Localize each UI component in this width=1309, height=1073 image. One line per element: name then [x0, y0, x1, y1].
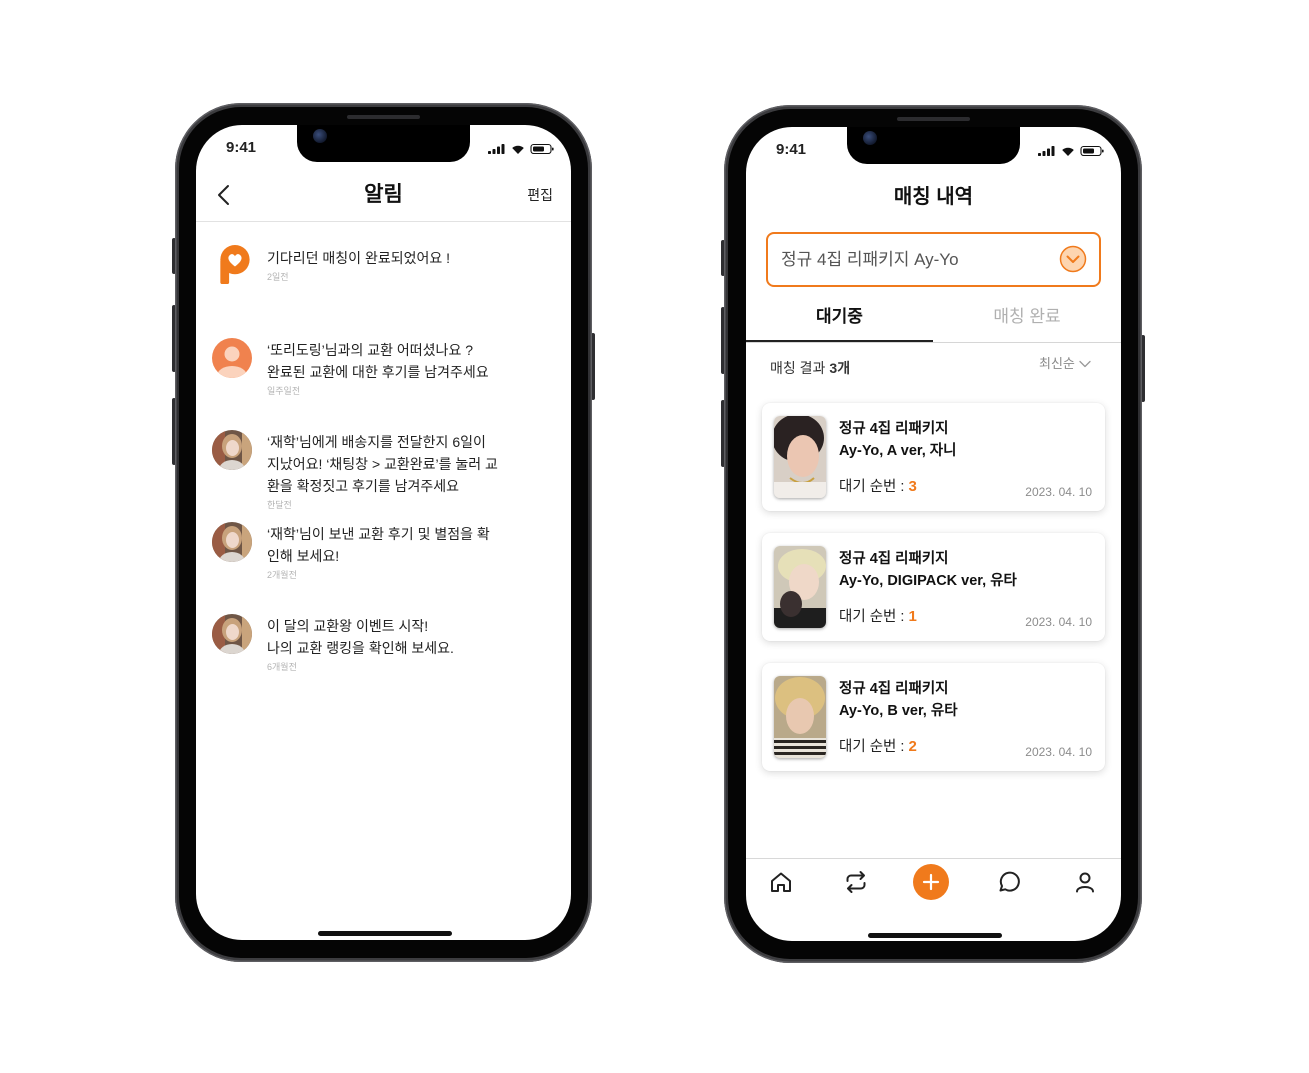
- exchange-icon[interactable]: [843, 869, 869, 895]
- photocard-thumbnail: [774, 416, 826, 498]
- notification-message: 이 달의 교환왕 이벤트 시작!: [267, 618, 429, 634]
- notification-item[interactable]: 이 달의 교환왕 이벤트 시작! 나의 교환 랭킹을 확인해 보세요. 6개월전: [196, 614, 571, 672]
- status-time: 9:41: [226, 139, 257, 156]
- tab-waiting[interactable]: 대기중: [746, 303, 933, 331]
- notification-message: 인해 보세요!: [267, 548, 340, 564]
- card-date: 2023. 04. 10: [1025, 485, 1092, 499]
- match-card[interactable]: 정규 4집 리패키지 Ay-Yo, A ver, 자니 대기 순번 :3 202…: [762, 403, 1105, 511]
- notification-item[interactable]: ‘재학’님이 보낸 교환 후기 및 별점을 확 인해 보세요! 2개월전: [196, 522, 571, 580]
- front-camera: [313, 129, 327, 143]
- result-count: 3개: [829, 360, 851, 376]
- photocard-thumbnail: [774, 676, 826, 758]
- edit-button[interactable]: 편집: [527, 185, 553, 205]
- home-indicator[interactable]: [318, 931, 452, 936]
- chevron-down-icon: [1079, 360, 1091, 367]
- notification-time: 6개월전: [267, 662, 297, 672]
- user-photo-avatar: [212, 614, 252, 654]
- match-card[interactable]: 정규 4집 리패키지 Ay-Yo, B ver, 유타 대기 순번 :2 202…: [762, 663, 1105, 771]
- default-avatar-icon: [212, 338, 252, 378]
- notification-message: 기다리던 매칭이 완료되었어요 !: [267, 250, 450, 266]
- front-camera: [863, 131, 877, 145]
- status-indicators-icon: [488, 143, 554, 155]
- phone-notifications: 9:41 알림 편집 기다리던 매칭이 완료되었어요 ! 2일전 ‘또리도링’님…: [172, 103, 595, 962]
- notification-message: 환을 확정짓고 후기를 남겨주세요: [267, 478, 459, 494]
- card-version-member: Ay-Yo, DIGIPACK ver, 유타: [839, 573, 1017, 589]
- result-summary: 매칭 결과 3개: [770, 358, 850, 378]
- profile-icon[interactable]: [1072, 869, 1098, 895]
- queue-label: 대기 순번 :: [839, 609, 905, 625]
- notch: [847, 127, 1020, 164]
- notification-message: ‘재학’님이 보낸 교환 후기 및 별점을 확: [267, 526, 490, 542]
- home-icon[interactable]: [768, 869, 794, 895]
- match-card[interactable]: 정규 4집 리패키지 Ay-Yo, DIGIPACK ver, 유타 대기 순번…: [762, 533, 1105, 641]
- earpiece-speaker: [347, 115, 420, 119]
- card-album-title: 정규 4집 리패키지: [839, 681, 949, 697]
- chat-icon[interactable]: [996, 869, 1022, 895]
- page-title: 알림: [364, 183, 403, 206]
- app-logo-icon: [220, 244, 250, 285]
- user-photo-avatar: [212, 430, 252, 470]
- notification-message: ‘또리도링’님과의 교환 어떠셨나요 ?: [267, 342, 473, 358]
- queue-number: 1: [908, 608, 917, 625]
- card-date: 2023. 04. 10: [1025, 615, 1092, 629]
- notch: [297, 125, 470, 162]
- page-title: 매칭 내역: [893, 186, 974, 208]
- phone-matching-history: 9:41 매칭 내역 정규 4집 리패키지 Ay-Yo 대기중 매칭 완료 매칭…: [721, 105, 1145, 963]
- card-queue: 대기 순번 :1: [839, 607, 917, 627]
- card-queue: 대기 순번 :2: [839, 737, 917, 757]
- chevron-down-icon[interactable]: [1059, 245, 1087, 273]
- card-album-title: 정규 4집 리패키지: [839, 551, 949, 567]
- earpiece-speaker: [897, 117, 970, 121]
- plus-icon: [922, 873, 940, 891]
- notification-message: 완료된 교환에 대한 후기를 남겨주세요: [267, 364, 489, 380]
- status-indicators-icon: [1038, 145, 1104, 157]
- header-divider: [196, 221, 571, 222]
- tab-matched[interactable]: 매칭 완료: [933, 303, 1121, 331]
- card-version-member: Ay-Yo, B ver, 유타: [839, 703, 958, 719]
- notification-message: ‘재학’님에게 배송지를 전달한지 6일이: [267, 434, 486, 450]
- notification-item[interactable]: ‘재학’님에게 배송지를 전달한지 6일이 지났어요! ‘채팅창 > 교환완료’…: [196, 430, 571, 510]
- sort-label: 최신순: [1039, 356, 1075, 371]
- notifications-screen: 9:41 알림 편집 기다리던 매칭이 완료되었어요 ! 2일전 ‘또리도링’님…: [196, 125, 571, 940]
- active-tab-indicator: [746, 340, 933, 342]
- card-date: 2023. 04. 10: [1025, 745, 1092, 759]
- card-queue: 대기 순번 :3: [839, 477, 917, 497]
- queue-number: 3: [908, 478, 917, 495]
- queue-label: 대기 순번 :: [839, 479, 905, 495]
- home-indicator[interactable]: [868, 933, 1002, 938]
- notification-item[interactable]: 기다리던 매칭이 완료되었어요 ! 2일전: [196, 244, 571, 291]
- tab-divider: [746, 342, 1121, 343]
- result-label: 매칭 결과: [770, 360, 826, 376]
- card-version-member: Ay-Yo, A ver, 자니: [839, 443, 957, 459]
- notification-time: 2일전: [267, 272, 289, 282]
- photocard-thumbnail: [774, 546, 826, 628]
- notification-message: 나의 교환 랭킹을 확인해 보세요.: [267, 640, 454, 656]
- bottom-nav-divider: [746, 858, 1121, 859]
- notification-item[interactable]: ‘또리도링’님과의 교환 어떠셨나요 ? 완료된 교환에 대한 후기를 남겨주세…: [196, 338, 571, 396]
- add-button[interactable]: [913, 864, 949, 900]
- sort-dropdown[interactable]: 최신순: [1039, 354, 1091, 374]
- queue-number: 2: [908, 738, 917, 755]
- user-photo-avatar: [212, 522, 252, 562]
- notification-time: 한달전: [267, 500, 292, 510]
- matching-history-screen: 9:41 매칭 내역 정규 4집 리패키지 Ay-Yo 대기중 매칭 완료 매칭…: [746, 127, 1121, 941]
- album-select-value: 정규 4집 리패키지 Ay-Yo: [781, 250, 959, 269]
- card-album-title: 정규 4집 리패키지: [839, 421, 949, 437]
- notification-time: 2개월전: [267, 570, 297, 580]
- status-time: 9:41: [776, 141, 807, 158]
- album-select-dropdown[interactable]: 정규 4집 리패키지 Ay-Yo: [766, 232, 1101, 287]
- notification-time: 일주일전: [267, 386, 301, 396]
- queue-label: 대기 순번 :: [839, 739, 905, 755]
- notification-message: 지났어요! ‘채팅창 > 교환완료’를 눌러 교: [267, 456, 498, 472]
